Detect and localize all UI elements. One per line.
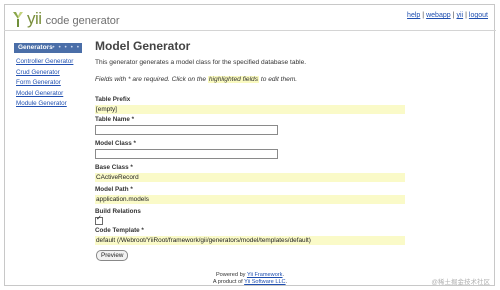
build-relations-label: Build Relations [95, 208, 141, 215]
yii-link[interactable]: yii [456, 12, 463, 19]
model-path-field[interactable]: application.models [95, 195, 405, 204]
sidebar-item-module-generator: Module Generator [14, 99, 82, 110]
logout-link[interactable]: logout [469, 12, 488, 19]
footer-product-of: A product of [212, 278, 243, 285]
table-name-row: Table Name * [95, 116, 278, 135]
help-link[interactable]: help [407, 12, 420, 19]
base-class-label: Base Class * [95, 164, 133, 171]
model-generator-link[interactable]: Model Generator [16, 90, 63, 97]
yii-logo-icon [13, 12, 23, 27]
table-prefix-row: Table Prefix [empty] [95, 96, 405, 114]
sidebar-item-model-generator: Model Generator [14, 89, 82, 100]
preview-button[interactable]: Preview [96, 250, 129, 261]
page-description: This generator generates a model class f… [95, 59, 307, 66]
base-class-row: Base Class * CActiveRecord [95, 164, 405, 182]
controller-generator-link[interactable]: Controller Generator [16, 58, 73, 65]
yii-framework-link[interactable]: Yii Framework [247, 272, 283, 278]
model-class-input[interactable] [95, 149, 278, 159]
sidebar-item-crud-generator: Crud Generator [14, 68, 82, 79]
table-name-label: Table Name * [95, 116, 135, 123]
yii-software-link[interactable]: Yii Software LLC [244, 279, 285, 285]
header-divider [4, 30, 496, 31]
sidebar-item-controller-generator: Controller Generator [14, 57, 82, 68]
nav-separator: | [452, 12, 455, 19]
build-relations-row: Build Relations ✓ [95, 208, 141, 225]
footer: Powered by Yii Framework. A product of Y… [0, 272, 500, 285]
sidebar-list: Controller Generator Crud Generator Form… [14, 57, 82, 110]
code-template-row: Code Template * default (/Webroot/YiiRoo… [95, 227, 405, 245]
webapp-link[interactable]: webapp [426, 12, 451, 19]
required-fields-note: Fields with * are required. Click on the… [95, 76, 297, 83]
code-template-field[interactable]: default (/Webroot/YiiRoot/framework/gii/… [95, 236, 405, 245]
logo: yii code generator [11, 9, 120, 29]
top-nav: help | webapp | yii | logout [407, 12, 488, 19]
page-title: Model Generator [95, 39, 191, 53]
sidebar-item-form-generator: Form Generator [14, 78, 82, 89]
note-highlight: highlighted fields [207, 76, 260, 83]
nav-separator: | [465, 12, 467, 19]
nav-separator: | [422, 12, 425, 19]
model-class-row: Model Class * [95, 140, 278, 159]
base-class-field[interactable]: CActiveRecord [95, 173, 405, 182]
note-prefix: Fields with * are required. Click on the [95, 76, 207, 83]
table-prefix-field[interactable]: [empty] [95, 105, 405, 114]
sidebar-heading: Generators • • • • • • [14, 43, 82, 53]
model-path-row: Model Path * application.models [95, 186, 405, 204]
model-class-label: Model Class * [95, 140, 136, 147]
watermark: @稀土掘金技术社区 [431, 279, 490, 286]
checkmark-icon: ✓ [96, 215, 102, 222]
model-path-label: Model Path * [95, 186, 133, 193]
code-template-label: Code Template * [95, 227, 144, 234]
footer-powered-by: Powered by [215, 272, 246, 278]
note-suffix: to edit them. [260, 76, 298, 83]
main-content: Model Generator This generator generates… [95, 38, 415, 261]
logo-subtitle: code generator [45, 14, 120, 27]
table-prefix-label: Table Prefix [95, 96, 131, 103]
sidebar-heading-decoration: • • • • • • [46, 44, 80, 51]
crud-generator-link[interactable]: Crud Generator [16, 69, 60, 76]
module-generator-link[interactable]: Module Generator [16, 100, 67, 107]
table-name-input[interactable] [95, 125, 278, 135]
footer-line1-end: . [282, 272, 285, 278]
footer-line-2: A product of Yii Software LLC. [0, 279, 500, 286]
sidebar: Generators • • • • • • Controller Genera… [14, 43, 82, 110]
logo-word: yii [27, 9, 42, 28]
build-relations-checkbox[interactable]: ✓ [95, 215, 103, 225]
form-generator-link[interactable]: Form Generator [16, 79, 61, 86]
footer-line2-end: . [285, 278, 288, 285]
